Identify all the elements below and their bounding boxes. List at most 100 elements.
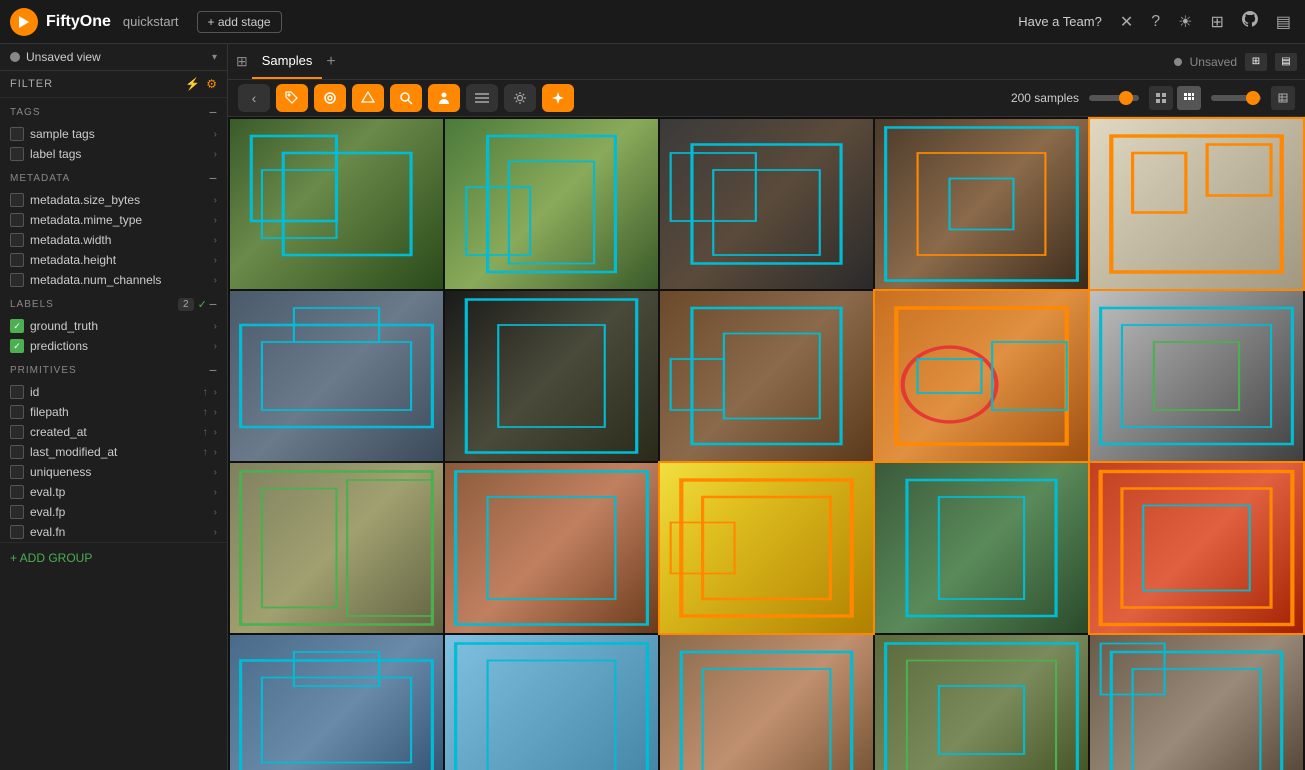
- sidebar-item-width[interactable]: metadata.width ›: [0, 230, 227, 250]
- search-button[interactable]: [390, 84, 422, 112]
- content-area: ⊞ Samples + Unsaved ⊞ ▤ ‹: [228, 44, 1305, 770]
- image-cell-12[interactable]: [445, 463, 658, 633]
- label-tags-checkbox[interactable]: [10, 147, 24, 161]
- image-cell-7[interactable]: [445, 291, 658, 461]
- image-20: [1090, 635, 1303, 770]
- image-grid: [230, 119, 1303, 770]
- id-checkbox[interactable]: [10, 385, 24, 399]
- sidebar-item-eval-fp[interactable]: eval.fp ›: [0, 502, 227, 522]
- close-icon[interactable]: ✕: [1116, 10, 1137, 34]
- sample-tags-chevron: ›: [214, 129, 217, 140]
- github-icon[interactable]: [1238, 9, 1262, 34]
- settings-button[interactable]: [504, 84, 536, 112]
- grid-icon[interactable]: ⊞: [1206, 10, 1227, 34]
- zoom-slider[interactable]: [1211, 95, 1261, 101]
- eval-tp-checkbox[interactable]: [10, 485, 24, 499]
- back-button[interactable]: ‹: [238, 84, 270, 112]
- lightning-icon[interactable]: ⚡: [185, 77, 200, 91]
- image-cell-1[interactable]: [230, 119, 443, 289]
- sample-tags-checkbox[interactable]: [10, 127, 24, 141]
- eval-fp-checkbox[interactable]: [10, 505, 24, 519]
- sidebar-item-mime-type[interactable]: metadata.mime_type ›: [0, 210, 227, 230]
- sidebar-item-id[interactable]: id ↑ ›: [0, 382, 227, 402]
- image-cell-14[interactable]: [875, 463, 1088, 633]
- image-cell-3[interactable]: [660, 119, 873, 289]
- size-bytes-checkbox[interactable]: [10, 193, 24, 207]
- filepath-checkbox[interactable]: [10, 405, 24, 419]
- grid-size-thumb[interactable]: [1119, 91, 1133, 105]
- tag-button[interactable]: [276, 84, 308, 112]
- image-cell-20[interactable]: [1090, 635, 1303, 770]
- sidebar-item-size-bytes[interactable]: metadata.size_bytes ›: [0, 190, 227, 210]
- image-cell-4[interactable]: [875, 119, 1088, 289]
- person-button[interactable]: [428, 84, 460, 112]
- help-icon[interactable]: ?: [1147, 11, 1164, 33]
- image-cell-15[interactable]: [1090, 463, 1303, 633]
- active-grid-view-btn[interactable]: [1177, 86, 1201, 110]
- sun-icon[interactable]: ☀: [1174, 10, 1196, 34]
- created-at-chevron: ›: [214, 427, 217, 438]
- last-modified-checkbox[interactable]: [10, 445, 24, 459]
- settings-icon[interactable]: ⚙: [206, 77, 217, 91]
- image-cell-8[interactable]: [660, 291, 873, 461]
- image-7: [445, 291, 658, 461]
- sidebar-item-last-modified[interactable]: last_modified_at ↑ ›: [0, 442, 227, 462]
- sidebar-toggle-icon[interactable]: ▤: [1272, 10, 1295, 34]
- tags-collapse-icon[interactable]: −: [209, 104, 217, 120]
- sidebar-item-ground-truth[interactable]: ✓ ground_truth ›: [0, 316, 227, 336]
- image-cell-11[interactable]: [230, 463, 443, 633]
- add-stage-button[interactable]: + add stage: [197, 11, 282, 33]
- created-at-checkbox[interactable]: [10, 425, 24, 439]
- tags-title: TAGS: [10, 107, 209, 118]
- sidebar-item-uniqueness[interactable]: uniqueness ›: [0, 462, 227, 482]
- image-cell-16[interactable]: [230, 635, 443, 770]
- grid-size-slider[interactable]: [1089, 95, 1139, 101]
- image-cell-2[interactable]: [445, 119, 658, 289]
- predictions-chevron: ›: [214, 341, 217, 352]
- list-view-toggle[interactable]: ▤: [1275, 53, 1297, 71]
- metadata-collapse-icon[interactable]: −: [209, 170, 217, 186]
- sidebar-item-created-at[interactable]: created_at ↑ ›: [0, 422, 227, 442]
- height-checkbox[interactable]: [10, 253, 24, 267]
- num-channels-checkbox[interactable]: [10, 273, 24, 287]
- sidebar-item-num-channels[interactable]: metadata.num_channels ›: [0, 270, 227, 290]
- image-cell-13[interactable]: [660, 463, 873, 633]
- eval-fn-checkbox[interactable]: [10, 525, 24, 539]
- view-selector[interactable]: Unsaved view ▾: [0, 44, 227, 71]
- label-tags-label: label tags: [30, 147, 208, 161]
- sidebar-item-label-tags[interactable]: label tags ›: [0, 144, 227, 164]
- image-cell-9[interactable]: [875, 291, 1088, 461]
- add-group-button[interactable]: + ADD GROUP: [0, 542, 227, 573]
- add-tab-button[interactable]: +: [326, 53, 335, 71]
- mime-type-checkbox[interactable]: [10, 213, 24, 227]
- label-button[interactable]: [314, 84, 346, 112]
- sidebar-item-eval-fn[interactable]: eval.fn ›: [0, 522, 227, 542]
- sidebar-item-sample-tags[interactable]: sample tags ›: [0, 124, 227, 144]
- list-button[interactable]: [466, 84, 498, 112]
- sidebar-item-filepath[interactable]: filepath ↑ ›: [0, 402, 227, 422]
- uniqueness-checkbox[interactable]: [10, 465, 24, 479]
- grid-view-btn[interactable]: [1149, 86, 1173, 110]
- image-cell-6[interactable]: [230, 291, 443, 461]
- table-view-btn[interactable]: [1271, 86, 1295, 110]
- color-button[interactable]: [352, 84, 384, 112]
- labels-collapse-icon[interactable]: −: [209, 296, 217, 312]
- sidebar-item-height[interactable]: metadata.height ›: [0, 250, 227, 270]
- sidebar-item-eval-tp[interactable]: eval.tp ›: [0, 482, 227, 502]
- tab-samples[interactable]: Samples: [252, 44, 323, 79]
- width-checkbox[interactable]: [10, 233, 24, 247]
- sidebar-item-predictions[interactable]: ✓ predictions ›: [0, 336, 227, 356]
- image-cell-17[interactable]: [445, 635, 658, 770]
- image-cell-5[interactable]: [1090, 119, 1303, 289]
- ai-button[interactable]: [542, 84, 574, 112]
- primitives-collapse-icon[interactable]: −: [209, 362, 217, 378]
- predictions-checkbox[interactable]: ✓: [10, 339, 24, 353]
- grid-view-toggle[interactable]: ⊞: [1245, 53, 1267, 71]
- image-cell-10[interactable]: [1090, 291, 1303, 461]
- metadata-section-header: METADATA −: [0, 164, 227, 190]
- zoom-thumb[interactable]: [1246, 91, 1260, 105]
- image-cell-18[interactable]: [660, 635, 873, 770]
- eval-tp-chevron: ›: [214, 487, 217, 498]
- ground-truth-checkbox[interactable]: ✓: [10, 319, 24, 333]
- image-cell-19[interactable]: [875, 635, 1088, 770]
